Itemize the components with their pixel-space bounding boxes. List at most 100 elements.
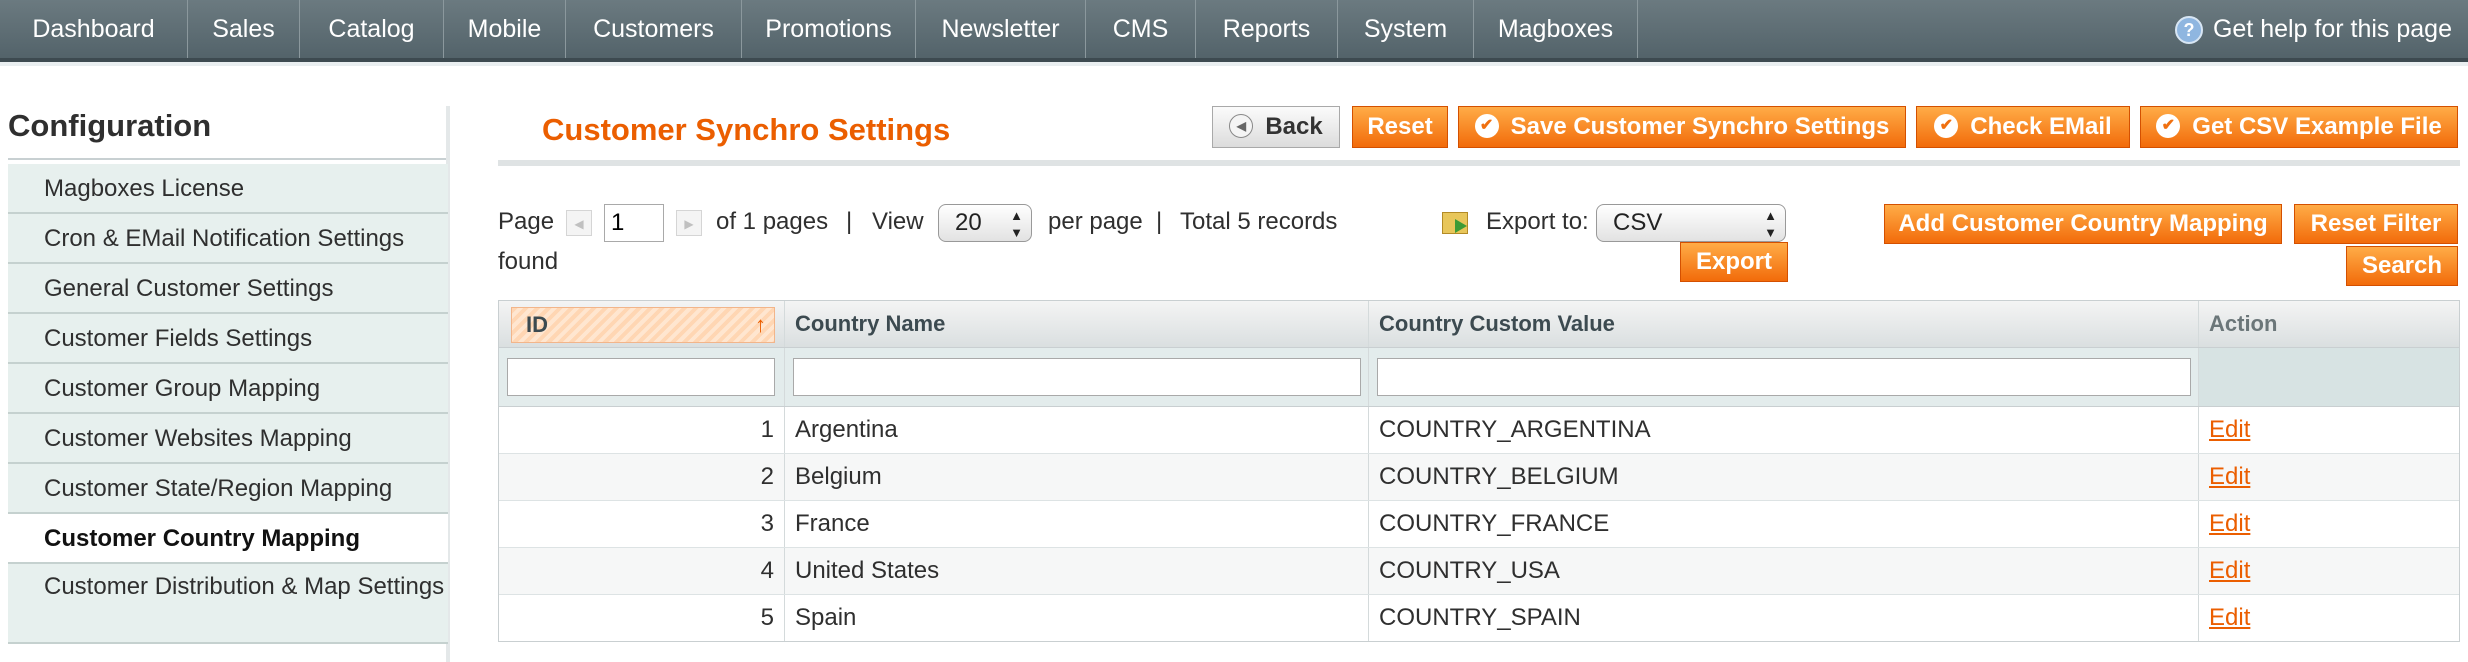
row-country-value: COUNTRY_BELGIUM	[1369, 454, 2199, 500]
nav-newsletter[interactable]: Newsletter	[916, 0, 1086, 58]
sidebar-title: Configuration	[8, 108, 212, 143]
nav-sales[interactable]: Sales	[188, 0, 300, 58]
table-row[interactable]: 3 France COUNTRY_FRANCE Edit	[499, 501, 2459, 548]
grid-header-row: ID ↑ Country Name Country Custom Value A…	[499, 301, 2459, 348]
export-label: Export to:	[1486, 208, 1589, 235]
row-id: 3	[499, 501, 785, 547]
edit-link[interactable]: Edit	[2209, 510, 2250, 537]
select-arrows-icon: ▲ ▼	[1010, 208, 1023, 240]
sidebar-item-customer-distribution[interactable]: Customer Distribution & Map Settings	[8, 564, 448, 644]
row-country-value: COUNTRY_FRANCE	[1369, 501, 2199, 547]
pager-of-pages: of 1 pages	[716, 208, 829, 235]
pager-separator: |	[846, 208, 853, 235]
pager-view-label: View	[872, 208, 924, 235]
column-header-id[interactable]: ID ↑	[499, 301, 785, 347]
sidebar-item-customer-websites[interactable]: Customer Websites Mapping	[8, 414, 448, 464]
filter-cell-action	[2199, 348, 2459, 406]
check-circle-icon: ✔	[1474, 113, 1499, 138]
back-label: Back	[1265, 113, 1323, 140]
check-email-button[interactable]: ✔ Check EMail	[1916, 106, 2130, 148]
reset-filter-button[interactable]: Reset Filter	[2294, 204, 2458, 244]
edit-link[interactable]: Edit	[2209, 604, 2250, 631]
prev-page-icon[interactable]: ◀	[566, 210, 592, 236]
export-file-icon	[1442, 212, 1468, 234]
page-number-input[interactable]	[604, 204, 664, 242]
sidebar-item-general-customer[interactable]: General Customer Settings	[8, 264, 448, 314]
pager-total: Total 5 records	[1180, 208, 1338, 235]
table-row[interactable]: 1 Argentina COUNTRY_ARGENTINA Edit	[499, 407, 2459, 454]
add-country-mapping-button[interactable]: Add Customer Country Mapping	[1884, 204, 2282, 244]
back-button[interactable]: ◀ Back	[1212, 106, 1340, 148]
row-id: 1	[499, 407, 785, 453]
csv-example-label: Get CSV Example File	[2192, 113, 2442, 140]
sidebar-item-customer-fields[interactable]: Customer Fields Settings	[8, 314, 448, 364]
row-country-name: United States	[785, 548, 1369, 594]
sort-id-header[interactable]: ID ↑	[511, 307, 775, 343]
pager-per-page-label: per page	[1048, 208, 1143, 235]
nav-magboxes[interactable]: Magboxes	[1474, 0, 1638, 58]
row-id: 5	[499, 595, 785, 641]
mapping-grid: ID ↑ Country Name Country Custom Value A…	[498, 300, 2460, 642]
pager-page-label: Page	[498, 208, 555, 235]
row-country-value: COUNTRY_USA	[1369, 548, 2199, 594]
nav-reports[interactable]: Reports	[1196, 0, 1338, 58]
per-page-value: 20	[955, 209, 982, 236]
title-rule	[498, 160, 2460, 166]
nav-dashboard[interactable]: Dashboard	[0, 0, 188, 58]
filter-country-value-input[interactable]	[1377, 358, 2191, 396]
reset-button[interactable]: Reset	[1352, 106, 1448, 148]
table-row[interactable]: 4 United States COUNTRY_USA Edit	[499, 548, 2459, 595]
nav-catalog[interactable]: Catalog	[300, 0, 444, 58]
filter-id-input[interactable]	[507, 358, 775, 396]
sidebar-item-cron-email[interactable]: Cron & EMail Notification Settings	[8, 214, 448, 264]
sidebar-item-magboxes-license[interactable]: Magboxes License	[8, 164, 448, 214]
nav-promotions[interactable]: Promotions	[742, 0, 916, 58]
export-button-label: Export	[1695, 248, 1772, 275]
sidebar-item-customer-country[interactable]: Customer Country Mapping	[8, 514, 448, 564]
row-id: 4	[499, 548, 785, 594]
csv-example-button[interactable]: ✔ Get CSV Example File	[2140, 106, 2458, 148]
nav-customers[interactable]: Customers	[566, 0, 742, 58]
row-country-value: COUNTRY_ARGENTINA	[1369, 407, 2199, 453]
reset-filter-label: Reset Filter	[2310, 210, 2442, 237]
edit-link[interactable]: Edit	[2209, 557, 2250, 584]
help-label: Get help for this page	[2212, 15, 2452, 43]
reset-label: Reset	[1367, 113, 1433, 140]
next-page-icon[interactable]: ▶	[676, 210, 702, 236]
search-button[interactable]: Search	[2346, 246, 2458, 286]
grid-filter-row	[499, 348, 2459, 407]
add-mapping-label: Add Customer Country Mapping	[1898, 210, 2268, 237]
nav-mobile[interactable]: Mobile	[444, 0, 566, 58]
sidebar-rule	[8, 158, 448, 160]
page-title: Customer Synchro Settings	[542, 112, 951, 147]
sidebar-item-customer-group[interactable]: Customer Group Mapping	[8, 364, 448, 414]
pager-separator-2: |	[1156, 208, 1163, 235]
nav-cms[interactable]: CMS	[1086, 0, 1196, 58]
column-header-country-custom-value[interactable]: Country Custom Value	[1369, 301, 2199, 347]
help-link[interactable]: ? Get help for this page	[2174, 0, 2452, 58]
export-format-select[interactable]: CSV ▲ ▼	[1596, 204, 1786, 242]
per-page-select[interactable]: 20 ▲ ▼	[938, 204, 1032, 242]
filter-country-name-input[interactable]	[793, 358, 1361, 396]
check-circle-icon: ✔	[1934, 113, 1959, 138]
filter-cell-value	[1369, 348, 2199, 406]
edit-link[interactable]: Edit	[2209, 463, 2250, 490]
column-header-country-name[interactable]: Country Name	[785, 301, 1369, 347]
edit-link[interactable]: Edit	[2209, 416, 2250, 443]
select-arrows-icon: ▲ ▼	[1764, 208, 1777, 240]
back-arrow-icon: ◀	[1229, 113, 1254, 138]
row-country-name: France	[785, 501, 1369, 547]
check-email-label: Check EMail	[1970, 113, 2112, 140]
sidebar-item-customer-state[interactable]: Customer State/Region Mapping	[8, 464, 448, 514]
nav-system[interactable]: System	[1338, 0, 1474, 58]
column-header-id-label: ID	[526, 312, 548, 337]
save-settings-button[interactable]: ✔ Save Customer Synchro Settings	[1458, 106, 1906, 148]
top-navigation: Dashboard Sales Catalog Mobile Customers…	[0, 0, 2468, 62]
filter-cell-id	[499, 348, 785, 406]
table-row[interactable]: 5 Spain COUNTRY_SPAIN Edit	[499, 595, 2459, 641]
export-button[interactable]: Export	[1680, 242, 1788, 282]
row-id: 2	[499, 454, 785, 500]
table-row[interactable]: 2 Belgium COUNTRY_BELGIUM Edit	[499, 454, 2459, 501]
row-country-name: Belgium	[785, 454, 1369, 500]
check-circle-icon: ✔	[2156, 113, 2181, 138]
